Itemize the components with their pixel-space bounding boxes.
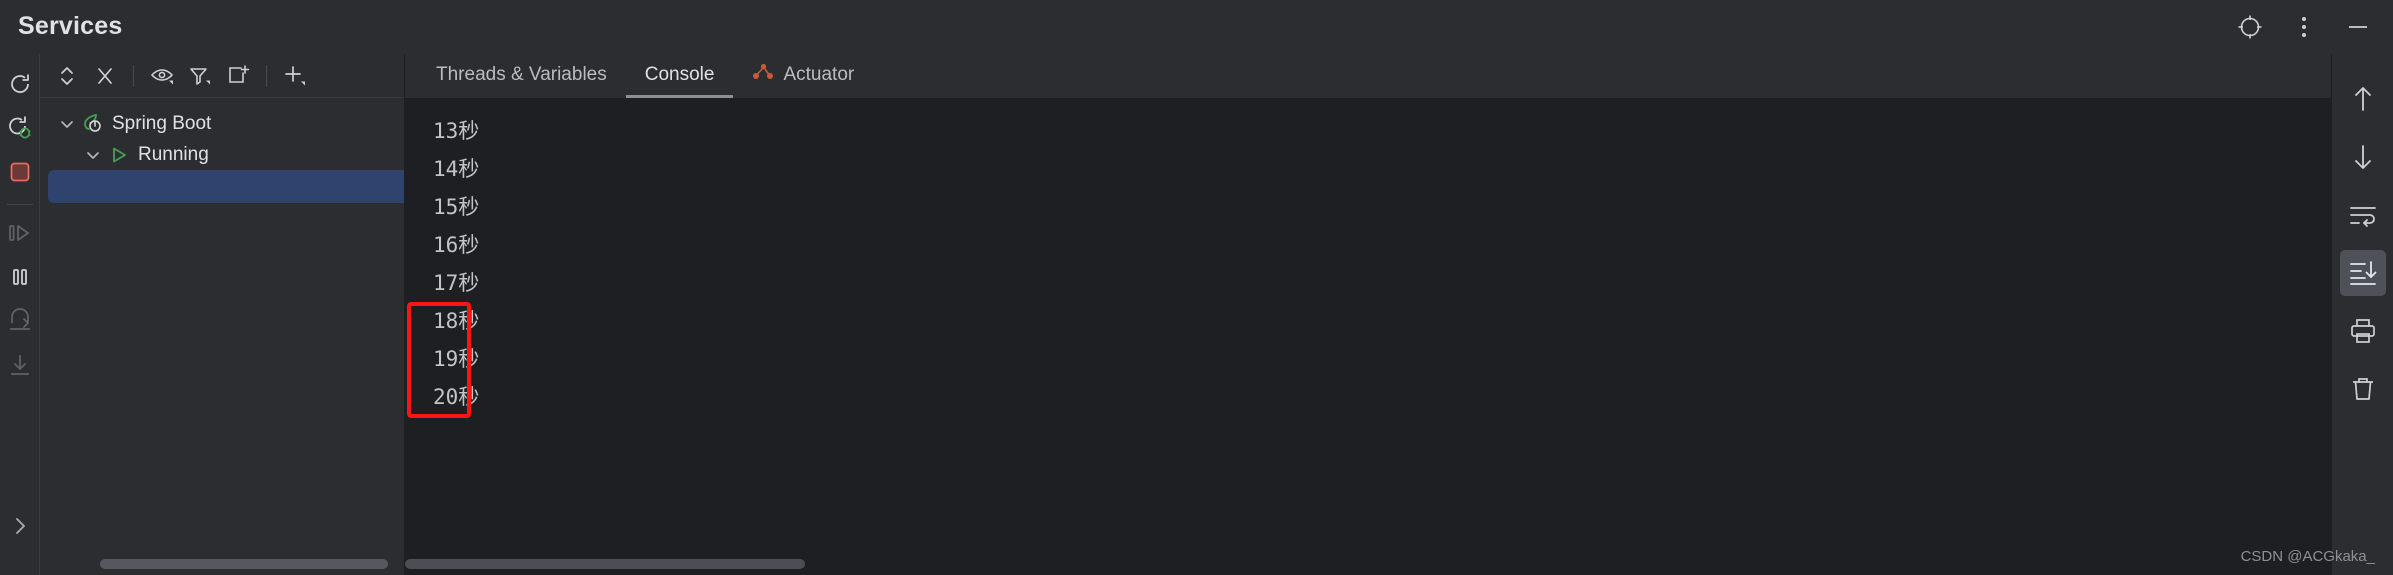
resume-program-icon[interactable]	[4, 217, 36, 249]
tab-threads-and-variables[interactable]: Threads & Variables	[417, 54, 626, 98]
services-tool-window: Services Spring Boot Running Threads & V…	[0, 0, 2393, 575]
trash-icon[interactable]	[2340, 366, 2386, 412]
window-body: Spring Boot Running Threads & Variables …	[0, 54, 2393, 575]
expand-toolbar-icon[interactable]	[0, 515, 40, 537]
scroll-to-end-icon[interactable]	[2339, 250, 2386, 296]
run-debug-toolbar	[0, 54, 40, 575]
tab-actuator[interactable]: Actuator	[733, 54, 873, 98]
toolbar-divider	[6, 204, 33, 205]
filter-icon[interactable]	[183, 61, 217, 91]
page-title: Services	[18, 12, 123, 40]
chevron-down-icon[interactable]	[80, 147, 106, 163]
expand-collapse-icon[interactable]	[50, 61, 84, 91]
services-tree-panel: Spring Boot Running	[40, 54, 405, 575]
run-green-icon	[106, 145, 132, 165]
tab-console[interactable]: Console	[625, 54, 734, 98]
close-all-icon[interactable]	[88, 61, 122, 91]
rerun-debug-icon[interactable]	[4, 112, 36, 144]
console-line: 20秒	[433, 385, 480, 409]
toolbar-divider	[266, 64, 267, 87]
console-line: 17秒	[433, 271, 480, 295]
console-line: 14秒	[433, 157, 480, 181]
chevron-down-icon[interactable]	[54, 116, 80, 132]
titlebar-actions	[2235, 12, 2373, 42]
tree-row-spring-boot[interactable]: Spring Boot	[40, 108, 404, 139]
tree-horizontal-scrollbar[interactable]	[100, 559, 388, 569]
console-side-toolbar	[2331, 54, 2393, 575]
console-line: 18秒	[433, 309, 480, 333]
console-line: 13秒	[433, 119, 480, 143]
actuator-icon	[752, 62, 774, 88]
tree-row-hystrix-eureka-application[interactable]: HystrixEurekaApplication :1001/	[40, 203, 404, 234]
tree-label: Running	[138, 143, 209, 165]
add-icon[interactable]	[278, 61, 312, 91]
soft-wrap-icon[interactable]	[2340, 192, 2386, 238]
more-options-icon[interactable]	[2289, 12, 2319, 42]
new-tab-icon[interactable]	[221, 61, 255, 91]
console-horizontal-scrollbar[interactable]	[405, 559, 805, 569]
tab-label: Threads & Variables	[436, 63, 607, 85]
console-output[interactable]: 13秒 14秒 15秒 16秒 17秒 18秒 19秒 20秒	[405, 98, 2331, 575]
watermark: CSDN @ACGkaka_	[2240, 548, 2375, 565]
spring-boot-icon	[80, 113, 106, 135]
stop-icon[interactable]	[4, 156, 36, 188]
console-line: 15秒	[433, 195, 480, 219]
console-panel: Threads & Variables Console Actuator 13秒…	[405, 54, 2331, 575]
pause-program-icon[interactable]	[4, 261, 36, 293]
target-icon[interactable]	[2235, 12, 2265, 42]
step-over-icon[interactable]	[4, 305, 36, 337]
eye-icon[interactable]	[145, 61, 179, 91]
tab-label: Actuator	[783, 63, 855, 85]
tree-row-running[interactable]: Running	[40, 139, 404, 170]
title-bar: Services	[0, 0, 2393, 54]
tree-toolbar	[40, 54, 404, 98]
scroll-up-icon[interactable]	[2340, 76, 2386, 122]
services-tree: Spring Boot Running	[40, 98, 404, 575]
rerun-icon[interactable]	[4, 68, 36, 100]
step-into-icon[interactable]	[4, 349, 36, 381]
minimize-icon[interactable]	[2343, 12, 2373, 42]
toolbar-divider	[133, 64, 134, 87]
print-icon[interactable]	[2340, 308, 2386, 354]
console-tab-bar: Threads & Variables Console Actuator	[405, 54, 2331, 98]
tree-row-hystrix-demo-application[interactable]: HystrixDemoApplication :8081/	[48, 170, 404, 203]
tab-label: Console	[644, 63, 715, 85]
console-line: 19秒	[433, 347, 480, 371]
scroll-down-icon[interactable]	[2340, 134, 2386, 180]
tree-label: Spring Boot	[112, 112, 212, 134]
console-line: 16秒	[433, 233, 480, 257]
